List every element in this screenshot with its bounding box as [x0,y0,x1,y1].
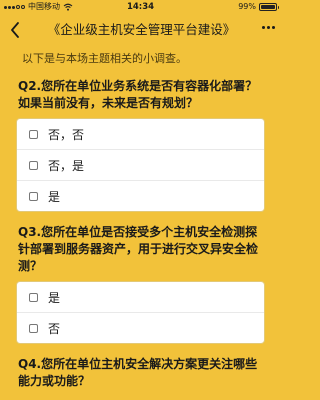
nav-bar: 《企业级主机安全管理平台建设》 [0,14,281,46]
option-label: 否，否 [48,127,85,142]
more-dot [272,26,275,29]
checkbox-icon[interactable] [29,160,38,170]
option-label: 否，是 [48,158,85,173]
checkbox-icon[interactable] [29,129,38,139]
option-q2-2[interactable]: 否，是 [17,149,264,180]
checkbox-icon[interactable] [29,292,38,302]
survey-content: 以下是与本场主题相关的小调查。 Q2.您所在单位业务系统是否有容器化部署？如果当… [0,46,281,390]
more-dot [267,26,270,29]
option-q3-2[interactable]: 否 [17,312,264,343]
battery-percent: 99% [238,2,256,11]
status-right: 99% [238,0,279,14]
question-q3: Q3.您所在单位是否接受多个主机安全检测探针部署到服务器资产，用于进行交叉异安全… [18,225,259,273]
option-q3-1[interactable]: 是 [17,282,264,312]
battery-icon [259,3,279,11]
options-q2: 否，否 否，是 是 [16,118,265,212]
back-button[interactable] [4,18,26,42]
option-q2-1[interactable]: 否，否 [17,119,264,149]
question-q2: Q2.您所在单位业务系统是否有容器化部署？如果当前没有，未来是否有规划？ [18,79,258,110]
status-bar: 中国移动 14:34 99% [0,0,281,14]
checkbox-icon[interactable] [29,191,38,201]
option-label: 是 [48,290,61,305]
option-q2-3[interactable]: 是 [17,180,264,211]
option-label: 否 [48,321,61,336]
page-title: 《企业级主机安全管理平台建设》 [47,22,236,37]
options-q3: 是 否 [16,281,265,344]
option-label: 是 [48,189,61,204]
chevron-left-icon [11,22,19,38]
survey-intro: 以下是与本场主题相关的小调查。 [22,52,187,65]
more-dot [262,26,265,29]
question-q4: Q4.您所在单位主机安全解决方案更关注哪些能力或功能？ [18,357,258,388]
more-button[interactable] [262,26,275,29]
checkbox-icon[interactable] [29,323,38,333]
battery-fill [261,5,275,9]
